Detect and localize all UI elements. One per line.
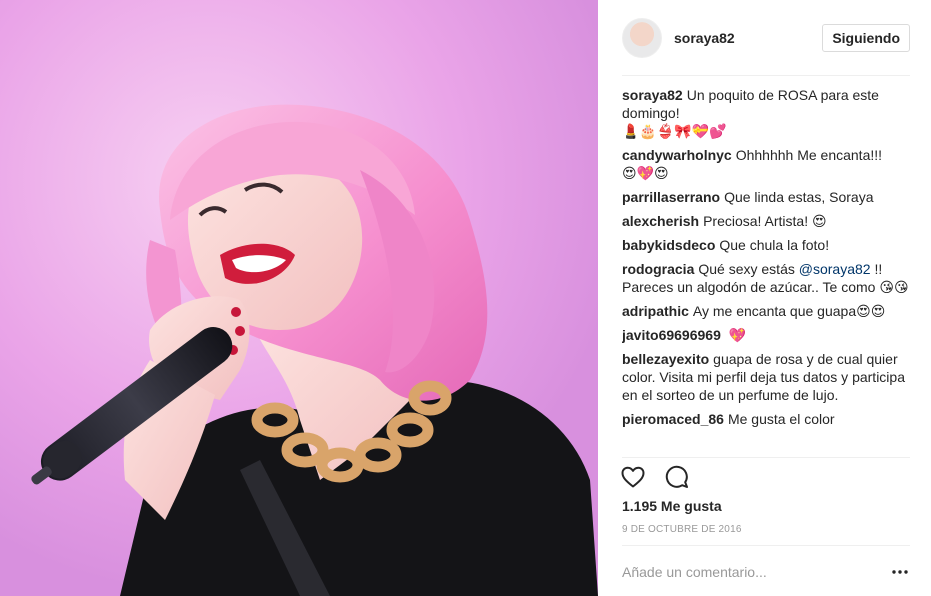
list-item: rodogracia Qué sexy estás @soraya82 !! Pa… (622, 260, 912, 296)
comment-text: Ay me encanta que guapa (692, 303, 857, 319)
comment-username[interactable]: rodogracia (622, 261, 694, 277)
comment-username[interactable]: javito69696969 (622, 327, 721, 343)
avatar[interactable] (622, 18, 662, 58)
comment-username[interactable]: adripathic (622, 303, 689, 319)
actions-divider (622, 457, 910, 458)
comment-text: Preciosa! Artista! (703, 213, 809, 229)
comment-emoji: 😘😘 (879, 279, 909, 295)
post-side-panel: soraya82 Siguiendo soraya82 Un poquito de… (598, 0, 931, 596)
comment-username[interactable]: pieromaced_86 (622, 411, 724, 427)
speech-bubble-icon[interactable] (664, 464, 690, 490)
post-actions (620, 464, 690, 490)
comment-emoji: 💄🎂👙🎀💝💕 (622, 123, 727, 139)
comment-emoji: 💖 (728, 327, 747, 343)
post-photo[interactable] (0, 0, 598, 596)
comment-username[interactable]: bellezayexito (622, 351, 709, 367)
header-divider (622, 75, 910, 76)
comment-username[interactable]: candywarholnyc (622, 147, 732, 163)
following-button[interactable]: Siguiendo (822, 24, 910, 52)
comment-emoji: 😍💖😍 (622, 165, 669, 181)
comments-list[interactable]: soraya82 Un poquito de ROSA para este dom… (622, 86, 912, 456)
comment-username[interactable]: parrillaserrano (622, 189, 720, 205)
list-item: babykidsdeco Que chula la foto! (622, 236, 912, 254)
list-item: bellezayexito guapa de rosa y de cual qui… (622, 350, 912, 404)
comment-divider (622, 545, 910, 546)
comment-text: Que linda estas, Soraya (724, 189, 874, 205)
comment-username[interactable]: babykidsdeco (622, 237, 715, 253)
comment-text: Que chula la foto! (719, 237, 830, 253)
comment-text: Me gusta el color (727, 411, 835, 427)
post-date[interactable]: 9 DE OCTUBRE DE 2016 (622, 524, 742, 535)
comment-text: Ohhhhhh Me encanta!!! (735, 147, 883, 163)
comment-text: Qué sexy estás (698, 261, 795, 277)
list-item: candywarholnyc Ohhhhhh Me encanta!!! 😍💖😍 (622, 146, 912, 182)
heart-outline-icon[interactable] (620, 464, 646, 490)
header-username[interactable]: soraya82 (674, 30, 735, 46)
comment-username[interactable]: alexcherish (622, 213, 699, 229)
comment-input[interactable] (622, 556, 872, 588)
list-item: parrillaserrano Que linda estas, Soraya (622, 188, 912, 206)
post-photo-illustration (0, 0, 598, 596)
comment-username[interactable]: soraya82 (622, 87, 683, 103)
likes-count[interactable]: 1.195 Me gusta (622, 498, 722, 514)
list-item: pieromaced_86 Me gusta el color (622, 410, 912, 428)
list-item: adripathic Ay me encanta que guapa😍😍 (622, 302, 912, 320)
list-item: soraya82 Un poquito de ROSA para este dom… (622, 86, 912, 140)
comment-emoji: 😍😍 (856, 303, 886, 319)
comment-emoji: 😍 (812, 213, 827, 229)
list-item: javito69696969 💖 (622, 326, 912, 344)
comment-mention-link[interactable]: @soraya82 (799, 261, 871, 277)
list-item: alexcherish Preciosa! Artista! 😍 (622, 212, 912, 230)
post-header: soraya82 Siguiendo (622, 14, 910, 62)
more-dots-icon[interactable] (890, 562, 910, 582)
